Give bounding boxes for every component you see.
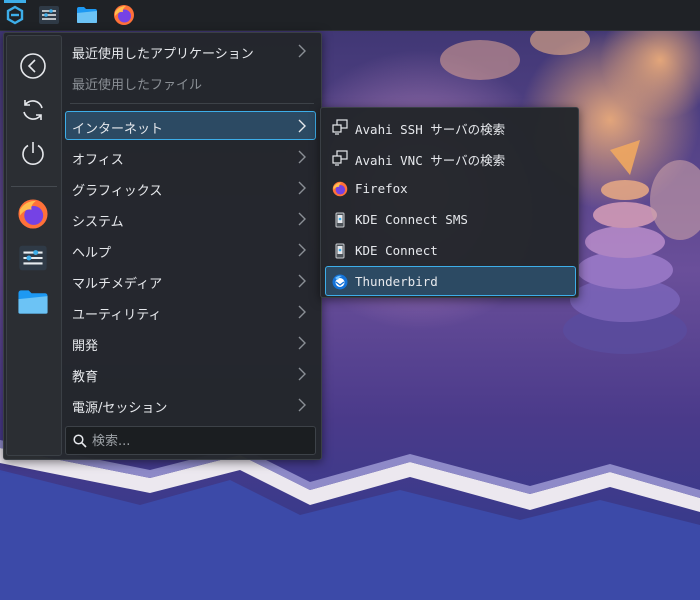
category-help[interactable]: ヘルプ	[65, 235, 316, 264]
category-office[interactable]: オフィス	[65, 142, 316, 171]
category-system[interactable]: システム	[65, 204, 316, 233]
category-graphics[interactable]: グラフィックス	[65, 173, 316, 202]
back-button[interactable]	[13, 48, 53, 84]
back-icon	[20, 53, 46, 79]
chevron-right-icon	[298, 336, 306, 350]
submenu-item-kde-connect-sms[interactable]: KDE Connect SMS	[325, 204, 576, 234]
submenu-item-thunderbird[interactable]: Thunderbird	[325, 266, 576, 296]
power-icon	[22, 142, 44, 165]
file-manager-favorite-button[interactable]	[13, 284, 53, 320]
menu-separator	[70, 103, 314, 104]
category-label: グラフィックス	[72, 184, 163, 199]
category-label: ヘルプ	[72, 246, 112, 261]
category-recent-files[interactable]: 最近使用したファイル	[65, 67, 316, 96]
internet-submenu: Avahi SSH サーバの検索 Avahi VNC サーバの検索 Firefo…	[320, 107, 579, 298]
firefox-taskbar-button[interactable]	[111, 3, 137, 27]
category-internet[interactable]: インターネット	[65, 111, 316, 140]
quick-actions-sidebar	[6, 35, 62, 456]
refresh-icon	[23, 100, 43, 120]
submenu-item-label: Firefox	[355, 181, 408, 196]
firefox-icon	[114, 5, 134, 25]
category-label: 教育	[72, 370, 99, 385]
submenu-item-firefox[interactable]: Firefox	[325, 173, 576, 203]
category-label: 電源/セッション	[72, 401, 168, 416]
kdeconnect-icon	[335, 212, 345, 228]
submenu-item-avahi-vnc[interactable]: Avahi VNC サーバの検索	[325, 142, 576, 172]
kdeconnect-icon	[335, 243, 345, 259]
top-panel	[0, 0, 700, 31]
firefox-icon	[332, 181, 348, 197]
sidebar-separator	[11, 186, 57, 187]
application-menu: 最近使用したアプリケーション 最近使用したファイル インターネット オフィス グ…	[3, 32, 322, 460]
chevron-right-icon	[298, 305, 306, 319]
chevron-right-icon	[298, 44, 306, 58]
category-label: インターネット	[72, 122, 164, 137]
category-label: 最近使用したアプリケーション	[72, 47, 254, 62]
chevron-right-icon	[298, 212, 306, 226]
refresh-button[interactable]	[13, 92, 53, 128]
chevron-right-icon	[298, 119, 306, 133]
submenu-item-label: KDE Connect SMS	[355, 212, 468, 227]
system-settings-favorite-button[interactable]	[13, 240, 53, 276]
category-label: ユーティリティ	[72, 308, 162, 323]
firefox-icon	[18, 199, 48, 229]
chevron-right-icon	[298, 150, 306, 164]
power-button[interactable]	[13, 135, 53, 171]
category-multimedia[interactable]: マルチメディア	[65, 266, 316, 295]
network-icon	[332, 119, 348, 135]
category-recent-applications[interactable]: 最近使用したアプリケーション	[65, 36, 316, 65]
application-launcher-button[interactable]	[2, 0, 28, 27]
system-settings-taskbar-button[interactable]	[36, 3, 62, 27]
chevron-right-icon	[298, 367, 306, 381]
category-label: システム	[72, 215, 124, 230]
folder-icon	[18, 290, 48, 314]
submenu-item-label: Thunderbird	[355, 274, 438, 289]
launcher-icon	[6, 5, 24, 25]
thunderbird-icon	[332, 274, 348, 290]
folder-icon	[77, 7, 97, 23]
search-input[interactable]	[92, 431, 310, 451]
submenu-item-kde-connect[interactable]: KDE Connect	[325, 235, 576, 265]
firefox-favorite-button[interactable]	[13, 196, 53, 232]
category-label: オフィス	[72, 153, 124, 168]
search-field[interactable]	[65, 426, 316, 455]
category-label: マルチメディア	[72, 277, 163, 292]
category-label: 最近使用したファイル	[72, 78, 203, 93]
chevron-right-icon	[298, 398, 306, 412]
submenu-item-label: Avahi VNC サーバの検索	[355, 153, 506, 168]
category-education[interactable]: 教育	[65, 359, 316, 388]
submenu-item-label: KDE Connect	[355, 243, 438, 258]
settings-icon	[39, 6, 59, 24]
chevron-right-icon	[298, 274, 306, 288]
search-icon	[73, 434, 87, 448]
category-utilities[interactable]: ユーティリティ	[65, 297, 316, 326]
file-manager-taskbar-button[interactable]	[74, 3, 100, 27]
chevron-right-icon	[298, 243, 306, 257]
network-icon	[332, 150, 348, 166]
chevron-right-icon	[298, 181, 306, 195]
category-development[interactable]: 開発	[65, 328, 316, 357]
submenu-item-label: Avahi SSH サーバの検索	[355, 122, 506, 137]
settings-icon	[19, 245, 47, 271]
category-label: 開発	[72, 339, 99, 354]
submenu-item-avahi-ssh[interactable]: Avahi SSH サーバの検索	[325, 111, 576, 141]
category-power-session[interactable]: 電源/セッション	[65, 390, 316, 419]
